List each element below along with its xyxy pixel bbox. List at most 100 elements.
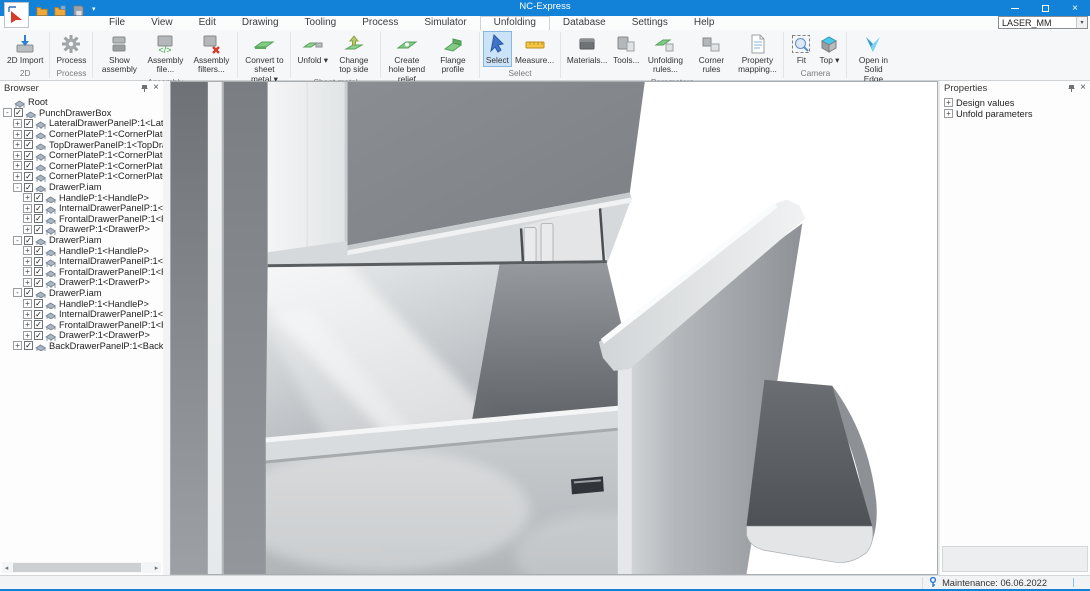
menu-item-settings[interactable]: Settings	[619, 16, 681, 30]
chevron-down-icon[interactable]: ▾	[1076, 17, 1087, 28]
tree-node-label[interactable]: FrontalDrawerPanelP:1<FrontalDrawerPanel…	[59, 267, 163, 277]
expand-icon[interactable]: +	[23, 267, 32, 276]
tree-node-label[interactable]: FrontalDrawerPanelP:1<FrontalDrawerPanel…	[59, 320, 163, 330]
visibility-checkbox[interactable]: ✓	[34, 299, 43, 308]
menu-item-simulator[interactable]: Simulator	[411, 16, 479, 30]
expand-icon[interactable]: +	[23, 214, 32, 223]
expand-icon[interactable]: +	[23, 278, 32, 287]
expand-icon[interactable]: +	[23, 320, 32, 329]
expand-icon[interactable]: +	[23, 193, 32, 202]
visibility-checkbox[interactable]: ✓	[34, 193, 43, 202]
tree-row-drawerp-iam[interactable]: -✓DrawerP.iam	[0, 288, 163, 299]
scroll-left-arrow-icon[interactable]: ◂	[2, 564, 11, 572]
tree-row-backdrawerpanelp[interactable]: +✓BackDrawerPanelP:1<BackDrawerPanelP>	[0, 341, 163, 352]
expand-icon[interactable]: +	[23, 299, 32, 308]
flange-profile-button[interactable]: Flange profile	[430, 31, 476, 85]
expand-icon[interactable]: +	[23, 246, 32, 255]
tree-row-root[interactable]: Root	[0, 97, 163, 108]
tree-row-internaldrawerpanelp[interactable]: +✓InternalDrawerPanelP:1<InternalDrawerP…	[0, 256, 163, 267]
visibility-checkbox[interactable]: ✓	[34, 225, 43, 234]
property-group-unfold-parameters[interactable]: +Unfold parameters	[940, 108, 1090, 119]
collapse-icon[interactable]: -	[13, 236, 22, 245]
tree-node-label[interactable]: FrontalDrawerPanelP:1<FrontalDrawerPanel…	[59, 214, 163, 224]
tree-row-cornerplatep[interactable]: +✓CornerPlateP:1<CornerPlateP>	[0, 150, 163, 161]
expand-icon[interactable]: +	[944, 98, 953, 107]
tree-row-punchdrawerbox[interactable]: -✓PunchDrawerBox	[0, 108, 163, 119]
visibility-checkbox[interactable]: ✓	[34, 267, 43, 276]
menu-item-drawing[interactable]: Drawing	[229, 16, 292, 30]
menu-item-file[interactable]: File	[96, 16, 138, 30]
app-logo-icon[interactable]	[4, 2, 29, 28]
tree-row-lateraldrawerpanelp[interactable]: +✓ LateralDrawerPanelP:1<LateralDrawerPan…	[0, 118, 163, 129]
expand-icon[interactable]: +	[23, 331, 32, 340]
pin-icon[interactable]	[1068, 84, 1075, 93]
expand-icon[interactable]: +	[13, 161, 22, 170]
visibility-checkbox[interactable]: ✓	[34, 246, 43, 255]
expand-icon[interactable]: +	[13, 119, 22, 128]
tree-row-internaldrawerpanelp[interactable]: +✓InternalDrawerPanelP:1<InternalDrawerP…	[0, 309, 163, 320]
panel-splitter[interactable]	[163, 81, 170, 575]
tree-row-cornerplatep[interactable]: +✓CornerPlateP:1<CornerPlateP>	[0, 171, 163, 182]
tree-row-drawerp-iam[interactable]: -✓DrawerP.iam	[0, 235, 163, 246]
open-in-solid-edge-button[interactable]: Open in Solid Edge	[850, 31, 896, 85]
expand-icon[interactable]: +	[23, 204, 32, 213]
visibility-checkbox[interactable]: ✓	[24, 130, 33, 139]
tools-button[interactable]: Tools...	[610, 31, 642, 76]
tree-row-topdrawerpanelp[interactable]: +✓ TopDrawerPanelP:1<TopDrawerPanelP>	[0, 139, 163, 150]
tree-node-label[interactable]: DrawerP:1<DrawerP>	[59, 224, 150, 234]
menu-item-tooling[interactable]: Tooling	[292, 16, 350, 30]
expand-icon[interactable]: +	[23, 257, 32, 266]
visibility-checkbox[interactable]: ✓	[34, 278, 43, 287]
expand-icon[interactable]: +	[13, 341, 22, 350]
tree-row-cornerplatep[interactable]: +✓CornerPlateP:1<CornerPlateP>	[0, 161, 163, 172]
tree-node-label[interactable]: InternalDrawerPanelP:1<InternalDrawerPan…	[59, 256, 163, 266]
menu-item-database[interactable]: Database	[550, 16, 619, 30]
tree-row-handlep[interactable]: +✓ HandleP:1<HandleP>	[0, 245, 163, 256]
visibility-checkbox[interactable]: ✓	[34, 214, 43, 223]
tree-node-label[interactable]: HandleP:1<HandleP>	[59, 193, 149, 203]
tree-node-label[interactable]: InternalDrawerPanelP:1<InternalDrawerPan…	[59, 203, 163, 213]
collapse-icon[interactable]: -	[13, 183, 22, 192]
property-mapping-button[interactable]: Property mapping...	[734, 31, 780, 76]
tree-node-label[interactable]: HandleP:1<HandleP>	[59, 246, 149, 256]
corner-rules-button[interactable]: Corner rules	[688, 31, 734, 76]
tree-row-handlep[interactable]: +✓ HandleP:1<HandleP>	[0, 192, 163, 203]
visibility-checkbox[interactable]: ✓	[34, 310, 43, 319]
expand-icon[interactable]: +	[13, 140, 22, 149]
visibility-checkbox[interactable]: ✓	[24, 140, 33, 149]
tree-row-frontaldrawerpanelp[interactable]: +✓ FrontalDrawerPanelP:1<FrontalDrawerPan…	[0, 214, 163, 225]
visibility-checkbox[interactable]: ✓	[24, 288, 33, 297]
tree-node-label[interactable]: CornerPlateP:1<CornerPlateP>	[49, 150, 163, 160]
tree-node-label[interactable]: DrawerP.iam	[49, 288, 102, 298]
convert-to-sheet-metal-button[interactable]: Convert to sheet metal ▾	[241, 31, 287, 85]
visibility-checkbox[interactable]: ✓	[24, 119, 33, 128]
visibility-checkbox[interactable]: ✓	[34, 204, 43, 213]
select-button[interactable]: Select	[483, 31, 512, 67]
tree-node-label[interactable]: InternalDrawerPanelP:1<InternalDrawerPan…	[59, 309, 163, 319]
expand-icon[interactable]: +	[13, 151, 22, 160]
tree-node-label[interactable]: DrawerP.iam	[49, 182, 102, 192]
tree-node-label[interactable]: TopDrawerPanelP:1<TopDrawerPanelP>	[49, 140, 163, 150]
scrollbar-track[interactable]	[11, 562, 152, 573]
assembly-filters-button[interactable]: Assembly filters...	[188, 31, 234, 76]
tree-node-label[interactable]: PunchDrawerBox	[39, 108, 111, 118]
scroll-right-arrow-icon[interactable]: ▸	[152, 564, 161, 572]
tree-node-label[interactable]: LateralDrawerPanelP:1<LateralDrawerPanel…	[49, 118, 163, 128]
tree-row-frontaldrawerpanelp[interactable]: +✓ FrontalDrawerPanelP:1<FrontalDrawerPan…	[0, 267, 163, 278]
tree-node-label[interactable]: CornerPlateP:1<CornerPlateP>	[49, 171, 163, 181]
unfolding-rules-button[interactable]: Unfolding rules...	[642, 31, 688, 76]
property-group-design-values[interactable]: +Design values	[940, 97, 1090, 108]
assembly-file-button[interactable]: </>Assembly file...	[142, 31, 188, 76]
menu-item-process[interactable]: Process	[349, 16, 411, 30]
expand-icon[interactable]: +	[13, 172, 22, 181]
tree-row-drawerp[interactable]: +✓DrawerP:1<DrawerP>	[0, 224, 163, 235]
machine-select-combo[interactable]: LASER_MM ▾	[998, 16, 1088, 29]
pin-icon[interactable]	[141, 84, 148, 93]
tree-row-internaldrawerpanelp[interactable]: +✓ InternalDrawerPanelP:1<InternalDrawerP…	[0, 203, 163, 214]
visibility-checkbox[interactable]: ✓	[24, 183, 33, 192]
close-panel-icon[interactable]: ×	[1080, 83, 1086, 93]
tree-node-label[interactable]: DrawerP:1<DrawerP>	[59, 330, 150, 340]
tree-node-label[interactable]: DrawerP:1<DrawerP>	[59, 277, 150, 287]
tree-node-label[interactable]: CornerPlateP:1<CornerPlateP>	[49, 161, 163, 171]
visibility-checkbox[interactable]: ✓	[14, 108, 23, 117]
